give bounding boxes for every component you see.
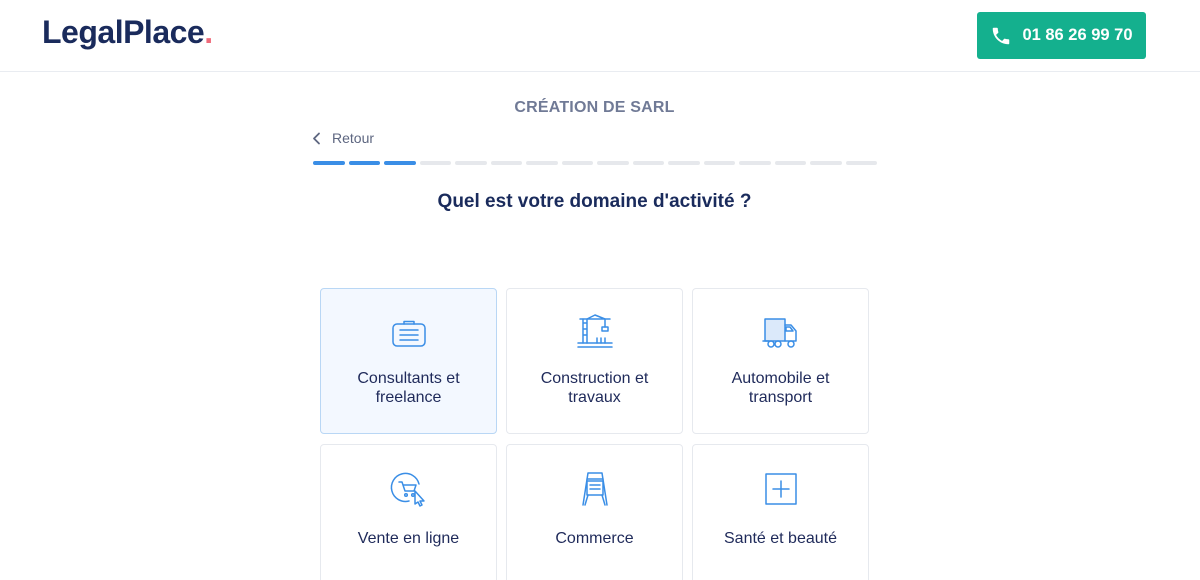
progress-bar xyxy=(313,161,877,165)
option-label: Automobile et transport xyxy=(731,370,830,406)
back-link[interactable]: Retour xyxy=(312,130,374,146)
option-label: Construction et travaux xyxy=(540,370,649,406)
progress-segment xyxy=(632,161,664,165)
phone-icon xyxy=(993,27,1010,44)
activity-options-grid: Consultants et freelance Construction et… xyxy=(320,288,869,580)
progress-segment xyxy=(526,161,558,165)
logo-text: LegalPlace xyxy=(42,14,205,50)
medical-cross-icon xyxy=(761,469,801,509)
progress-segment xyxy=(313,161,345,165)
logo-dot: . xyxy=(204,14,213,50)
option-card-vente-en-ligne[interactable]: Vente en ligne xyxy=(320,444,497,580)
progress-segment xyxy=(774,161,806,165)
phone-number: 01 86 26 99 70 xyxy=(1022,26,1133,44)
phone-button[interactable]: 01 86 26 99 70 xyxy=(977,12,1146,59)
option-label: Vente en ligne xyxy=(357,530,460,547)
option-card-automobile[interactable]: Automobile et transport xyxy=(692,288,869,434)
question-heading: Quel est votre domaine d'activité ? xyxy=(437,191,752,212)
option-card-consultants[interactable]: Consultants et freelance xyxy=(320,288,497,434)
progress-segment xyxy=(561,161,593,165)
chevron-left-icon xyxy=(313,132,320,144)
logo[interactable]: LegalPlace. xyxy=(42,14,213,51)
progress-segment xyxy=(597,161,629,165)
progress-segment xyxy=(490,161,522,165)
progress-segment xyxy=(384,161,416,165)
progress-segment xyxy=(668,161,700,165)
option-label: Commerce xyxy=(555,530,634,547)
progress-segment xyxy=(455,161,487,165)
option-label: Santé et beauté xyxy=(724,530,837,547)
progress-segment xyxy=(810,161,842,165)
option-card-construction[interactable]: Construction et travaux xyxy=(506,288,683,434)
truck-icon xyxy=(761,313,801,353)
progress-segment xyxy=(348,161,380,165)
site-header: LegalPlace. 01 86 26 99 70 xyxy=(0,0,1200,72)
briefcase-icon xyxy=(389,313,429,353)
progress-segment xyxy=(703,161,735,165)
page-title: CRÉATION DE SARL xyxy=(514,99,675,116)
crane-icon xyxy=(575,313,615,353)
option-card-commerce[interactable]: Commerce xyxy=(506,444,683,580)
option-card-sante-beaute[interactable]: Santé et beauté xyxy=(692,444,869,580)
progress-segment xyxy=(845,161,877,165)
progress-segment xyxy=(739,161,771,165)
progress-segment xyxy=(419,161,451,165)
sign-board-icon xyxy=(575,469,615,509)
back-label: Retour xyxy=(332,130,375,146)
online-cart-icon xyxy=(389,469,429,509)
option-label: Consultants et freelance xyxy=(357,370,460,406)
